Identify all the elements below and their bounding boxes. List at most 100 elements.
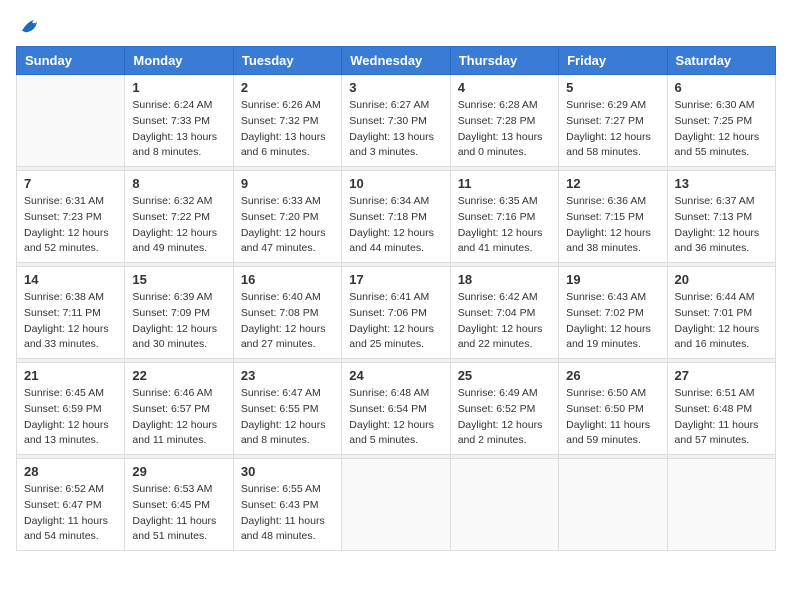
day-info: Sunrise: 6:52 AMSunset: 6:47 PMDaylight:…	[24, 482, 117, 545]
day-number: 17	[349, 272, 442, 287]
calendar-cell: 3 Sunrise: 6:27 AMSunset: 7:30 PMDaylight…	[342, 75, 450, 167]
day-number: 11	[458, 176, 551, 191]
calendar-cell: 25 Sunrise: 6:49 AMSunset: 6:52 PMDayligh…	[450, 363, 558, 455]
day-info: Sunrise: 6:40 AMSunset: 7:08 PMDaylight:…	[241, 290, 334, 353]
day-number: 21	[24, 368, 117, 383]
day-number: 2	[241, 80, 334, 95]
day-info: Sunrise: 6:33 AMSunset: 7:20 PMDaylight:…	[241, 194, 334, 257]
day-number: 20	[675, 272, 768, 287]
day-info: Sunrise: 6:31 AMSunset: 7:23 PMDaylight:…	[24, 194, 117, 257]
calendar-week-row: 28 Sunrise: 6:52 AMSunset: 6:47 PMDayligh…	[17, 459, 776, 551]
day-number: 1	[132, 80, 225, 95]
day-info: Sunrise: 6:53 AMSunset: 6:45 PMDaylight:…	[132, 482, 225, 545]
day-number: 8	[132, 176, 225, 191]
calendar-cell: 2 Sunrise: 6:26 AMSunset: 7:32 PMDaylight…	[233, 75, 341, 167]
day-number: 14	[24, 272, 117, 287]
calendar-cell: 11 Sunrise: 6:35 AMSunset: 7:16 PMDayligh…	[450, 171, 558, 263]
day-number: 30	[241, 464, 334, 479]
calendar-cell: 8 Sunrise: 6:32 AMSunset: 7:22 PMDaylight…	[125, 171, 233, 263]
day-info: Sunrise: 6:32 AMSunset: 7:22 PMDaylight:…	[132, 194, 225, 257]
day-info: Sunrise: 6:35 AMSunset: 7:16 PMDaylight:…	[458, 194, 551, 257]
day-info: Sunrise: 6:41 AMSunset: 7:06 PMDaylight:…	[349, 290, 442, 353]
weekday-header: Friday	[559, 47, 667, 75]
calendar-cell: 9 Sunrise: 6:33 AMSunset: 7:20 PMDaylight…	[233, 171, 341, 263]
day-info: Sunrise: 6:39 AMSunset: 7:09 PMDaylight:…	[132, 290, 225, 353]
calendar-cell: 23 Sunrise: 6:47 AMSunset: 6:55 PMDayligh…	[233, 363, 341, 455]
day-info: Sunrise: 6:29 AMSunset: 7:27 PMDaylight:…	[566, 98, 659, 161]
day-number: 3	[349, 80, 442, 95]
day-info: Sunrise: 6:38 AMSunset: 7:11 PMDaylight:…	[24, 290, 117, 353]
day-info: Sunrise: 6:36 AMSunset: 7:15 PMDaylight:…	[566, 194, 659, 257]
day-number: 26	[566, 368, 659, 383]
day-info: Sunrise: 6:24 AMSunset: 7:33 PMDaylight:…	[132, 98, 225, 161]
calendar-cell	[342, 459, 450, 551]
calendar-cell	[17, 75, 125, 167]
day-info: Sunrise: 6:30 AMSunset: 7:25 PMDaylight:…	[675, 98, 768, 161]
day-number: 24	[349, 368, 442, 383]
day-number: 22	[132, 368, 225, 383]
day-number: 29	[132, 464, 225, 479]
calendar-table: SundayMondayTuesdayWednesdayThursdayFrid…	[16, 46, 776, 551]
day-number: 19	[566, 272, 659, 287]
page-header	[16, 16, 776, 36]
weekday-header: Monday	[125, 47, 233, 75]
calendar-cell: 18 Sunrise: 6:42 AMSunset: 7:04 PMDayligh…	[450, 267, 558, 359]
calendar-cell: 22 Sunrise: 6:46 AMSunset: 6:57 PMDayligh…	[125, 363, 233, 455]
logo	[16, 16, 42, 36]
calendar-cell: 1 Sunrise: 6:24 AMSunset: 7:33 PMDaylight…	[125, 75, 233, 167]
calendar-cell: 6 Sunrise: 6:30 AMSunset: 7:25 PMDaylight…	[667, 75, 775, 167]
calendar-cell: 16 Sunrise: 6:40 AMSunset: 7:08 PMDayligh…	[233, 267, 341, 359]
weekday-header-row: SundayMondayTuesdayWednesdayThursdayFrid…	[17, 47, 776, 75]
calendar-cell	[559, 459, 667, 551]
day-number: 15	[132, 272, 225, 287]
day-info: Sunrise: 6:42 AMSunset: 7:04 PMDaylight:…	[458, 290, 551, 353]
day-number: 28	[24, 464, 117, 479]
day-info: Sunrise: 6:44 AMSunset: 7:01 PMDaylight:…	[675, 290, 768, 353]
day-number: 23	[241, 368, 334, 383]
calendar-cell: 20 Sunrise: 6:44 AMSunset: 7:01 PMDayligh…	[667, 267, 775, 359]
calendar-cell: 17 Sunrise: 6:41 AMSunset: 7:06 PMDayligh…	[342, 267, 450, 359]
calendar-week-row: 1 Sunrise: 6:24 AMSunset: 7:33 PMDaylight…	[17, 75, 776, 167]
day-number: 13	[675, 176, 768, 191]
calendar-cell: 21 Sunrise: 6:45 AMSunset: 6:59 PMDayligh…	[17, 363, 125, 455]
weekday-header: Sunday	[17, 47, 125, 75]
day-number: 10	[349, 176, 442, 191]
calendar-cell: 5Sunrise: 6:29 AMSunset: 7:27 PMDaylight…	[559, 75, 667, 167]
day-info: Sunrise: 6:47 AMSunset: 6:55 PMDaylight:…	[241, 386, 334, 449]
calendar-cell: 10 Sunrise: 6:34 AMSunset: 7:18 PMDayligh…	[342, 171, 450, 263]
day-number: 9	[241, 176, 334, 191]
day-number: 16	[241, 272, 334, 287]
calendar-cell: 30 Sunrise: 6:55 AMSunset: 6:43 PMDayligh…	[233, 459, 341, 551]
day-info: Sunrise: 6:49 AMSunset: 6:52 PMDaylight:…	[458, 386, 551, 449]
weekday-header: Saturday	[667, 47, 775, 75]
day-info: Sunrise: 6:48 AMSunset: 6:54 PMDaylight:…	[349, 386, 442, 449]
day-info: Sunrise: 6:27 AMSunset: 7:30 PMDaylight:…	[349, 98, 442, 161]
calendar-cell	[667, 459, 775, 551]
calendar-week-row: 14 Sunrise: 6:38 AMSunset: 7:11 PMDayligh…	[17, 267, 776, 359]
calendar-cell: 12Sunrise: 6:36 AMSunset: 7:15 PMDayligh…	[559, 171, 667, 263]
calendar-cell	[450, 459, 558, 551]
day-number: 18	[458, 272, 551, 287]
day-info: Sunrise: 6:43 AMSunset: 7:02 PMDaylight:…	[566, 290, 659, 353]
day-info: Sunrise: 6:51 AMSunset: 6:48 PMDaylight:…	[675, 386, 768, 449]
calendar-cell: 26Sunrise: 6:50 AMSunset: 6:50 PMDayligh…	[559, 363, 667, 455]
calendar-cell: 4 Sunrise: 6:28 AMSunset: 7:28 PMDaylight…	[450, 75, 558, 167]
day-number: 4	[458, 80, 551, 95]
day-number: 7	[24, 176, 117, 191]
day-number: 25	[458, 368, 551, 383]
logo-bird-icon	[18, 16, 42, 36]
calendar-cell: 15 Sunrise: 6:39 AMSunset: 7:09 PMDayligh…	[125, 267, 233, 359]
day-number: 27	[675, 368, 768, 383]
day-info: Sunrise: 6:46 AMSunset: 6:57 PMDaylight:…	[132, 386, 225, 449]
day-number: 6	[675, 80, 768, 95]
day-info: Sunrise: 6:37 AMSunset: 7:13 PMDaylight:…	[675, 194, 768, 257]
day-info: Sunrise: 6:28 AMSunset: 7:28 PMDaylight:…	[458, 98, 551, 161]
day-info: Sunrise: 6:26 AMSunset: 7:32 PMDaylight:…	[241, 98, 334, 161]
day-info: Sunrise: 6:45 AMSunset: 6:59 PMDaylight:…	[24, 386, 117, 449]
calendar-cell: 14 Sunrise: 6:38 AMSunset: 7:11 PMDayligh…	[17, 267, 125, 359]
calendar-cell: 13 Sunrise: 6:37 AMSunset: 7:13 PMDayligh…	[667, 171, 775, 263]
day-info: Sunrise: 6:55 AMSunset: 6:43 PMDaylight:…	[241, 482, 334, 545]
day-info: Sunrise: 6:34 AMSunset: 7:18 PMDaylight:…	[349, 194, 442, 257]
calendar-cell: 19 Sunrise: 6:43 AMSunset: 7:02 PMDayligh…	[559, 267, 667, 359]
weekday-header: Thursday	[450, 47, 558, 75]
